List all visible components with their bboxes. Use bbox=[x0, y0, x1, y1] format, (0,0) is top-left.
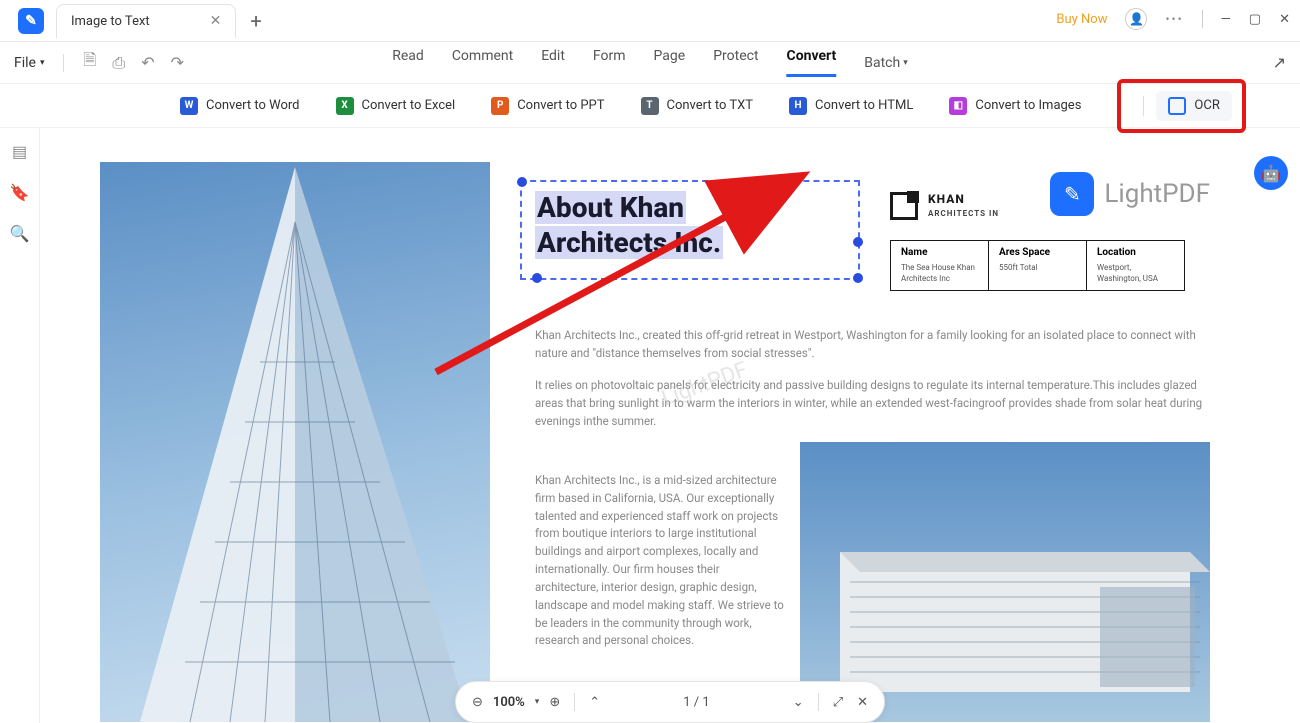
txt-icon: T bbox=[641, 97, 659, 115]
tab-title: Image to Text bbox=[71, 14, 150, 29]
convert-toolbar: WConvert to Word XConvert to Excel PConv… bbox=[0, 84, 1300, 128]
ocr-button[interactable]: OCR bbox=[1156, 91, 1231, 121]
thumbnails-icon[interactable]: ▤ bbox=[12, 142, 27, 161]
ocr-icon bbox=[1168, 97, 1186, 115]
lightpdf-icon: ✎ bbox=[1050, 172, 1094, 216]
search-icon[interactable]: 🔍 bbox=[10, 224, 30, 243]
next-page-icon[interactable]: ⌄ bbox=[793, 695, 804, 710]
ppt-icon: P bbox=[491, 97, 509, 115]
selection-handle[interactable] bbox=[532, 273, 542, 283]
menubar: File▾ 🗎 ⎙ ↶ ↷ Read Comment Edit Form Pag… bbox=[0, 42, 1300, 84]
image-icon: ◧ bbox=[949, 97, 967, 115]
close-tab-icon[interactable]: ✕ bbox=[210, 13, 222, 29]
close-toolbar-icon[interactable]: ✕ bbox=[857, 695, 868, 710]
tab-form[interactable]: Form bbox=[593, 48, 626, 77]
info-table: NameThe Sea House Khan Architects Inc Ar… bbox=[890, 240, 1185, 291]
prev-page-icon[interactable]: ⌃ bbox=[589, 695, 600, 710]
add-tab-button[interactable]: + bbox=[250, 9, 261, 33]
document-viewport[interactable]: About KhanArchitects Inc. KHANARCHITECTS… bbox=[40, 128, 1300, 723]
fullscreen-icon[interactable]: ⤢ bbox=[833, 695, 843, 710]
brand-mark-icon bbox=[890, 192, 918, 220]
print-icon[interactable]: ⎙ bbox=[104, 53, 133, 73]
zoom-in-icon[interactable]: ⊕ bbox=[549, 695, 560, 710]
selection-handle[interactable] bbox=[853, 273, 863, 283]
bottom-toolbar: ⊖ 100% ▾ ⊕ ⌃ 1 / 1 ⌄ ⤢ ✕ bbox=[455, 681, 885, 723]
workspace: ▤ 🔖 🔍 bbox=[0, 128, 1300, 723]
more-menu-icon[interactable]: ••• bbox=[1165, 12, 1183, 26]
page-indicator: 1 / 1 bbox=[614, 695, 779, 710]
selection-handle[interactable] bbox=[517, 177, 527, 187]
zoom-out-icon[interactable]: ⊖ bbox=[472, 695, 483, 710]
divider bbox=[574, 693, 575, 711]
convert-to-html-button[interactable]: HConvert to HTML bbox=[789, 97, 913, 115]
minimize-icon[interactable]: — bbox=[1221, 12, 1231, 27]
zoom-dropdown-icon[interactable]: ▾ bbox=[535, 697, 540, 707]
tab-read[interactable]: Read bbox=[392, 48, 424, 77]
convert-to-txt-button[interactable]: TConvert to TXT bbox=[641, 97, 754, 115]
file-menu[interactable]: File▾ bbox=[8, 51, 51, 75]
tab-convert[interactable]: Convert bbox=[787, 48, 837, 77]
convert-to-images-button[interactable]: ◧Convert to Images bbox=[949, 97, 1081, 115]
document-tab[interactable]: Image to Text ✕ bbox=[56, 4, 236, 38]
external-link-icon[interactable]: ↗ bbox=[1273, 53, 1286, 72]
convert-to-word-button[interactable]: WConvert to Word bbox=[180, 97, 300, 115]
app-logo-icon: ✎ bbox=[18, 8, 44, 34]
main-tabs: Read Comment Edit Form Page Protect Conv… bbox=[392, 48, 907, 77]
html-icon: H bbox=[789, 97, 807, 115]
tab-page[interactable]: Page bbox=[654, 48, 686, 77]
tab-protect[interactable]: Protect bbox=[713, 48, 758, 77]
brand-logo: KHANARCHITECTS IN bbox=[890, 192, 999, 220]
tab-edit[interactable]: Edit bbox=[541, 48, 565, 77]
doc-title: About KhanArchitects Inc. bbox=[535, 190, 723, 260]
redo-icon[interactable]: ↷ bbox=[163, 53, 192, 72]
convert-to-ppt-button[interactable]: PConvert to PPT bbox=[491, 97, 604, 115]
word-icon: W bbox=[180, 97, 198, 115]
tab-batch[interactable]: Batch▾ bbox=[864, 48, 908, 77]
close-window-icon[interactable]: ✕ bbox=[1279, 12, 1290, 27]
titlebar: ✎ Image to Text ✕ + Buy Now 👤 ••• — ▢ ✕ bbox=[0, 0, 1300, 42]
tab-comment[interactable]: Comment bbox=[452, 48, 513, 77]
divider bbox=[63, 54, 64, 72]
user-avatar-icon[interactable]: 👤 bbox=[1125, 8, 1147, 30]
document-page: About KhanArchitects Inc. KHANARCHITECTS… bbox=[100, 162, 1210, 722]
convert-to-excel-button[interactable]: XConvert to Excel bbox=[336, 97, 456, 115]
zoom-value[interactable]: 100% bbox=[493, 695, 525, 710]
chat-assistant-button[interactable]: 🤖 bbox=[1254, 156, 1288, 190]
lightpdf-watermark: ✎ LightPDF bbox=[1050, 172, 1210, 216]
sidebar: ▤ 🔖 🔍 bbox=[0, 128, 40, 723]
buy-now-link[interactable]: Buy Now bbox=[1056, 12, 1107, 27]
excel-icon: X bbox=[336, 97, 354, 115]
save-icon[interactable]: 🗎 bbox=[76, 49, 105, 76]
building-image-left bbox=[100, 162, 490, 722]
paragraph: It relies on photovoltaic panels for ele… bbox=[535, 377, 1205, 430]
selection-handle[interactable] bbox=[853, 237, 863, 247]
bookmark-icon[interactable]: 🔖 bbox=[10, 183, 30, 202]
paragraph: Khan Architects Inc., is a mid-sized arc… bbox=[535, 472, 785, 650]
paragraph: Khan Architects Inc., created this off-g… bbox=[535, 327, 1205, 363]
undo-icon[interactable]: ↶ bbox=[133, 53, 162, 72]
divider bbox=[1143, 96, 1144, 116]
building-image-right bbox=[800, 442, 1210, 722]
divider bbox=[818, 693, 819, 711]
divider bbox=[1202, 10, 1203, 28]
maximize-icon[interactable]: ▢ bbox=[1249, 12, 1261, 27]
ocr-highlight-box: OCR bbox=[1117, 79, 1245, 133]
